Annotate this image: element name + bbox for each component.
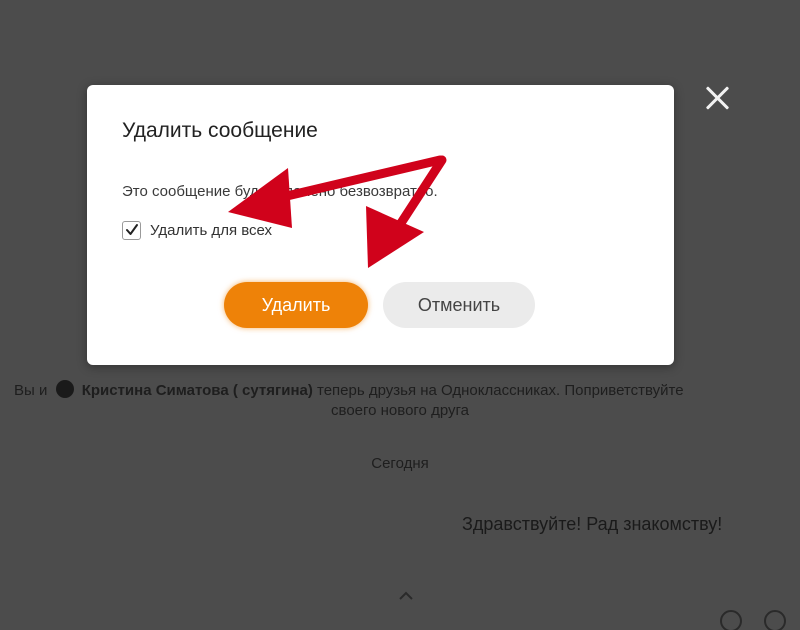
friend-system-message: Вы и Кристина Симатова ( сутягина) тепер… bbox=[0, 380, 800, 399]
page: Вы и Кристина Симатова ( сутягина) тепер… bbox=[0, 0, 800, 630]
day-separator: Сегодня bbox=[371, 455, 429, 472]
delete-message-dialog: Удалить сообщение Это сообщение будет уд… bbox=[87, 85, 674, 365]
friend-avatar[interactable] bbox=[55, 380, 74, 398]
emoji-icon[interactable] bbox=[764, 610, 786, 630]
chat-message[interactable]: Здравствуйте! Рад знакомству! bbox=[462, 514, 722, 535]
attach-icon[interactable] bbox=[720, 610, 742, 630]
friend-name-link[interactable]: Кристина Симатова ( сутягина) bbox=[82, 382, 313, 399]
checkbox-label[interactable]: Удалить для всех bbox=[150, 222, 272, 239]
dialog-text: Это сообщение будет удалено безвозвратно… bbox=[122, 183, 438, 200]
delete-button[interactable]: Удалить bbox=[224, 282, 368, 328]
chevron-up-icon[interactable] bbox=[398, 588, 414, 604]
dialog-title: Удалить сообщение bbox=[122, 119, 318, 142]
delete-for-all-option[interactable]: Удалить для всех bbox=[122, 221, 272, 240]
system-message-suffix: теперь друзья на Одноклассниках. Поприве… bbox=[317, 382, 684, 399]
checkmark-icon bbox=[126, 224, 138, 235]
close-icon[interactable] bbox=[704, 84, 732, 112]
system-message-prefix: Вы и bbox=[14, 382, 48, 399]
delete-for-all-checkbox[interactable] bbox=[122, 221, 141, 240]
cancel-button[interactable]: Отменить bbox=[383, 282, 535, 328]
system-message-line2: своего нового друга bbox=[331, 402, 469, 419]
